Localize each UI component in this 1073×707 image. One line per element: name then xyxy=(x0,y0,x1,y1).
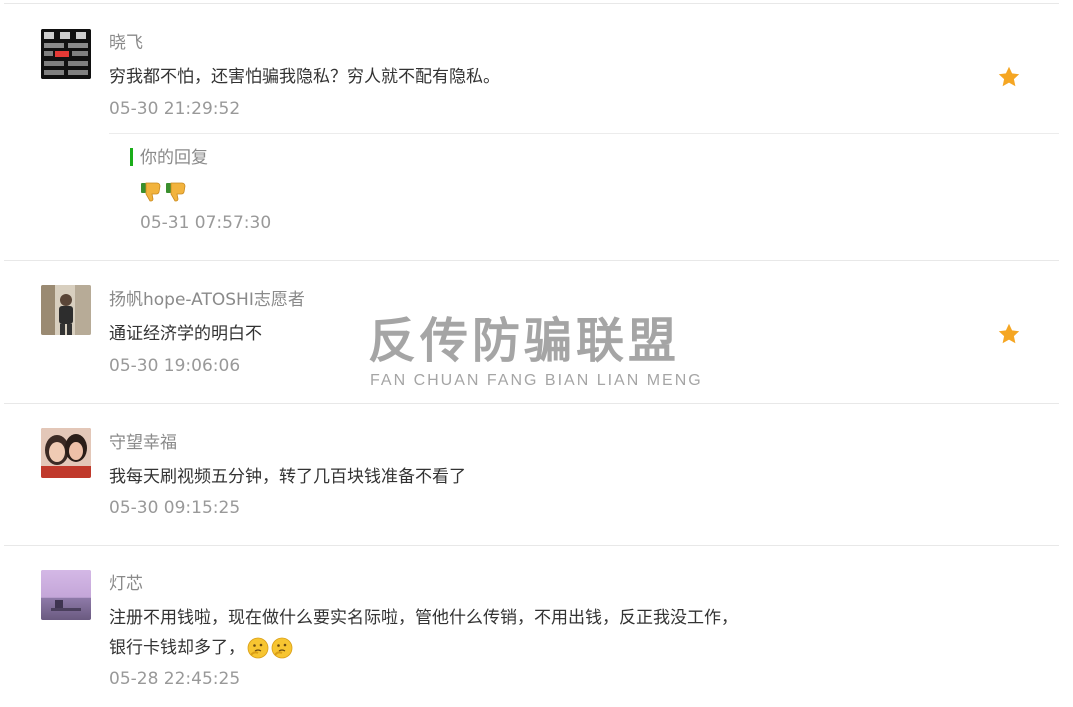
avatar[interactable] xyxy=(41,570,91,620)
watermark-en: FAN CHUAN FANG BIAN LIAN MENG xyxy=(370,372,703,389)
comment-content-line2: 银行卡钱却多了， xyxy=(109,633,293,663)
comment-content: 穷我都不怕，还害怕骗我隐私？穷人就不配有隐私。 xyxy=(109,67,500,87)
comment-time: 05-30 21:29:52 xyxy=(109,99,241,119)
comment-time: 05-30 09:15:25 xyxy=(109,498,241,518)
comment-content: 注册不用钱啦，现在做什么要实名际啦，管他什么传销，不用出钱，反正我没工作， xyxy=(109,608,738,628)
nickname[interactable]: 扬帆hope-ATOSHI志愿者 xyxy=(109,290,305,310)
thinking-emoji xyxy=(247,637,269,659)
divider xyxy=(4,3,1059,4)
thumbs-down-emoji xyxy=(141,182,186,202)
comment-time: 05-28 22:45:25 xyxy=(109,669,241,689)
star-icon[interactable] xyxy=(997,322,1021,346)
divider xyxy=(4,545,1059,546)
nickname[interactable]: 灯芯 xyxy=(109,574,143,594)
avatar[interactable] xyxy=(41,285,91,335)
avatar[interactable] xyxy=(41,428,91,478)
star-icon[interactable] xyxy=(997,65,1021,89)
watermark-cn: 反传防骗联盟 xyxy=(368,313,681,369)
comment-content: 通证经济学的明白不 xyxy=(109,324,262,344)
comment-content-text: 银行卡钱却多了， xyxy=(109,638,245,658)
divider xyxy=(4,403,1059,404)
reply-divider xyxy=(109,133,1059,134)
thinking-emoji xyxy=(271,637,293,659)
nickname[interactable]: 晓飞 xyxy=(109,33,143,53)
reply-label: 你的回复 xyxy=(140,148,208,168)
reply-emojis xyxy=(140,180,190,208)
nickname[interactable]: 守望幸福 xyxy=(109,433,177,453)
reply-bar xyxy=(130,148,133,166)
reply-time: 05-31 07:57:30 xyxy=(140,213,272,233)
comment-content: 我每天刷视频五分钟，转了几百块钱准备不看了 xyxy=(109,467,466,487)
watermark: 反传防骗联盟 FAN CHUAN FANG BIAN LIAN MENG xyxy=(368,312,708,392)
comment-time: 05-30 19:06:06 xyxy=(109,356,241,376)
divider xyxy=(4,260,1059,261)
avatar[interactable] xyxy=(41,29,91,79)
